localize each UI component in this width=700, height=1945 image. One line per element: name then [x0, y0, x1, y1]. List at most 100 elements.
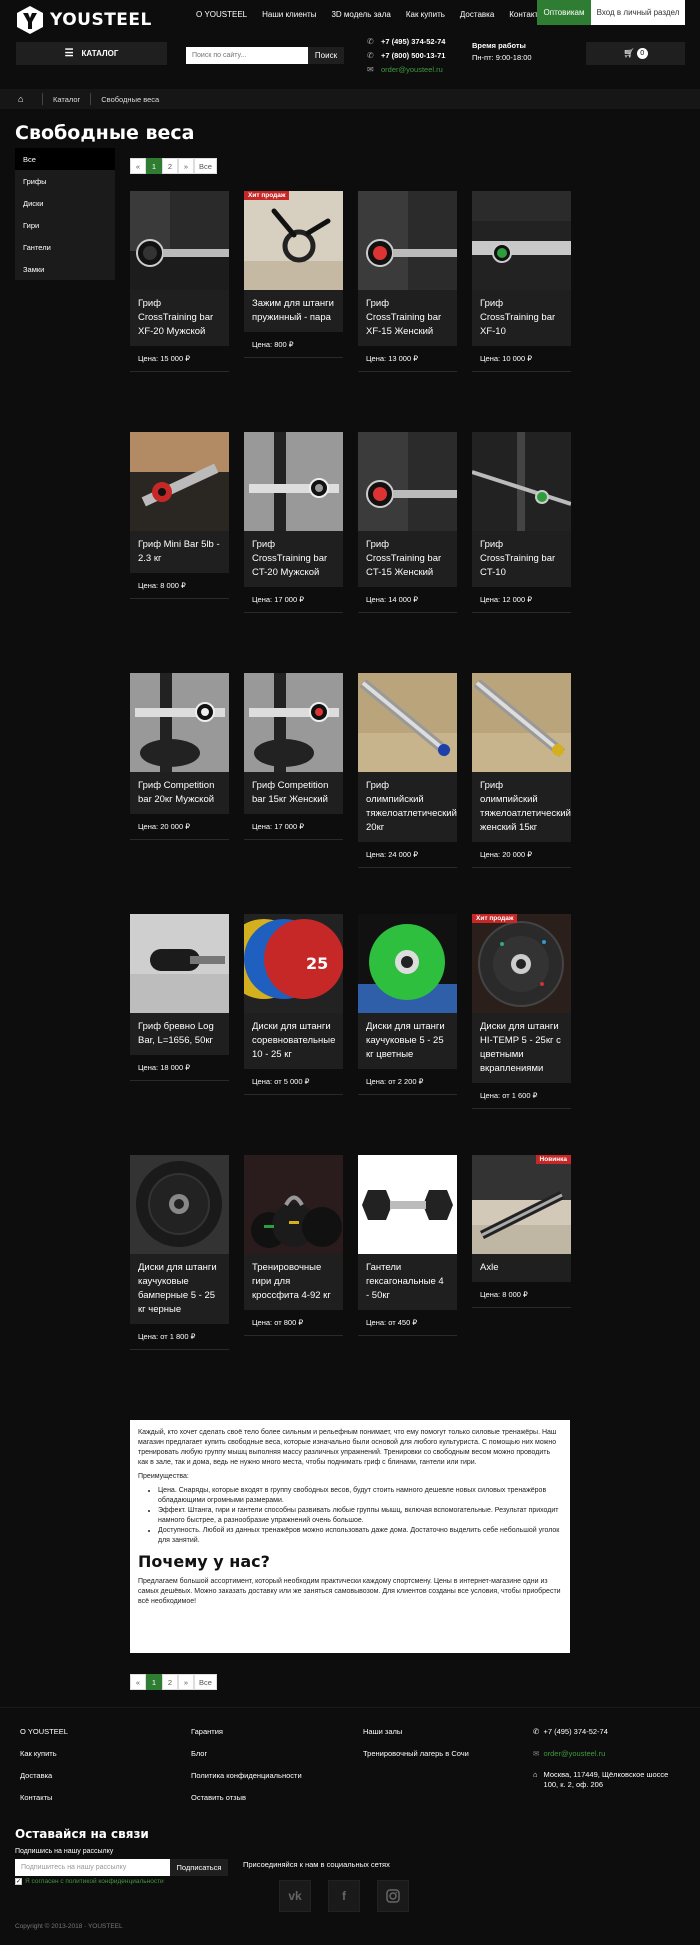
product-image[interactable] — [244, 1155, 343, 1254]
product-image[interactable]: Хит продаж — [244, 191, 343, 290]
wholesale-button[interactable]: Оптовикам — [537, 0, 591, 25]
product-card[interactable]: Гриф CrossTraining bar CT-20 Мужской Цена… — [244, 432, 343, 613]
product-image[interactable] — [130, 432, 229, 531]
product-name[interactable]: Гриф CrossTraining bar XF-10 — [472, 290, 571, 346]
product-image[interactable] — [472, 191, 571, 290]
product-image[interactable] — [130, 673, 229, 772]
page-all[interactable]: Все — [194, 158, 217, 174]
product-card[interactable]: Гриф Mini Bar 5lb - 2.3 кг Цена: 8 000 ₽ — [130, 432, 229, 599]
product-name[interactable]: Гриф олимпийский тяжелоатлетический 20кг — [358, 772, 457, 842]
product-image[interactable] — [472, 432, 571, 531]
phone-2[interactable]: +7 (800) 500-13-71 — [381, 51, 445, 60]
sidebar-item-kettlebells[interactable]: Гири — [15, 214, 115, 236]
footer-link[interactable]: Как купить — [20, 1748, 68, 1770]
product-card[interactable]: Хит продаж Диски для штанги HI-TEMP 5 - 2… — [472, 914, 571, 1109]
product-card[interactable]: Гантели гексагональные 4 - 50кг Цена: от … — [358, 1155, 457, 1336]
footer-phone[interactable]: ✆ +7 (495) 374-52-74 — [533, 1726, 683, 1748]
page-last[interactable]: » — [178, 1674, 194, 1690]
product-name[interactable]: Диски для штанги каучуковые бамперные 5 … — [130, 1254, 229, 1324]
site-logo[interactable]: YOUSTEEL — [14, 4, 152, 36]
sidebar-item-collars[interactable]: Замки — [15, 258, 115, 280]
nav-about[interactable]: О YOUSTEEL — [196, 10, 247, 19]
product-card[interactable]: Гриф CrossTraining bar XF-20 Мужской Цена… — [130, 191, 229, 372]
footer-link[interactable]: Наши залы — [363, 1726, 469, 1748]
product-image[interactable] — [472, 673, 571, 772]
nav-delivery[interactable]: Доставка — [460, 10, 494, 19]
footer-link[interactable]: Политика конфиденциальности — [191, 1770, 302, 1792]
vk-icon[interactable]: vk — [279, 1880, 311, 1912]
footer-link[interactable]: Блог — [191, 1748, 302, 1770]
product-name[interactable]: Axle — [472, 1254, 571, 1282]
product-name[interactable]: Зажим для штанги пружинный - пара — [244, 290, 343, 332]
product-card[interactable]: Гриф бревно Log Bar, L=1656, 50кг Цена: 1… — [130, 914, 229, 1081]
product-name[interactable]: Гриф Competition bar 20кг Мужской — [130, 772, 229, 814]
product-image[interactable] — [244, 432, 343, 531]
product-image[interactable]: 25 — [244, 914, 343, 1013]
nav-how-to-buy[interactable]: Как купить — [406, 10, 445, 19]
product-image[interactable] — [358, 673, 457, 772]
product-card[interactable]: Гриф олимпийский тяжелоатлетический 20кг… — [358, 673, 457, 868]
product-name[interactable]: Диски для штанги HI-TEMP 5 - 25кг с цвет… — [472, 1013, 571, 1083]
instagram-icon[interactable] — [377, 1880, 409, 1912]
product-image[interactable] — [358, 432, 457, 531]
sidebar-item-all[interactable]: Все — [15, 148, 115, 170]
footer-link[interactable]: Контакты — [20, 1792, 68, 1814]
product-name[interactable]: Гриф CrossTraining bar CT-15 Женский — [358, 531, 457, 587]
product-name[interactable]: Гриф олимпийский тяжелоатлетический женс… — [472, 772, 571, 842]
product-image[interactable]: Хит продаж — [472, 914, 571, 1013]
footer-link[interactable]: Гарантия — [191, 1726, 302, 1748]
login-button[interactable]: Вход в личный раздел — [591, 0, 685, 25]
page-1[interactable]: 1 — [146, 158, 162, 174]
product-name[interactable]: Гриф CrossTraining bar XF-20 Мужской — [130, 290, 229, 346]
product-card[interactable]: 25 Диски для штанги соревновательные 10 -… — [244, 914, 343, 1095]
sidebar-item-bars[interactable]: Грифы — [15, 170, 115, 192]
sidebar-item-plates[interactable]: Диски — [15, 192, 115, 214]
home-icon[interactable]: ⌂ — [18, 94, 32, 104]
product-card[interactable]: Гриф CrossTraining bar CT-15 Женский Цена… — [358, 432, 457, 613]
page-first[interactable]: « — [130, 1674, 146, 1690]
product-name[interactable]: Диски для штанги соревновательные 10 - 2… — [244, 1013, 343, 1069]
search-input[interactable] — [186, 47, 308, 64]
product-name[interactable]: Гантели гексагональные 4 - 50кг — [358, 1254, 457, 1310]
page-2[interactable]: 2 — [162, 158, 178, 174]
product-image[interactable] — [130, 1155, 229, 1254]
sidebar-item-dumbbells[interactable]: Гантели — [15, 236, 115, 258]
breadcrumb-catalog[interactable]: Каталог — [53, 95, 80, 104]
page-last[interactable]: » — [178, 158, 194, 174]
product-image[interactable] — [130, 191, 229, 290]
product-image[interactable] — [244, 673, 343, 772]
page-1[interactable]: 1 — [146, 1674, 162, 1690]
product-name[interactable]: Гриф Mini Bar 5lb - 2.3 кг — [130, 531, 229, 573]
product-card[interactable]: Гриф CrossTraining bar CT-10 Цена: 12 000… — [472, 432, 571, 613]
email-link[interactable]: order@yousteel.ru — [381, 65, 443, 74]
product-image[interactable]: Новинка — [472, 1155, 571, 1254]
page-all[interactable]: Все — [194, 1674, 217, 1690]
catalog-button[interactable]: ☰ КАТАЛОГ — [16, 42, 167, 65]
cart-button[interactable]: 🛒︎ 0 — [586, 42, 685, 65]
product-card[interactable]: Диски для штанги каучуковые 5 - 25 кг цв… — [358, 914, 457, 1095]
product-card[interactable]: Гриф CrossTraining bar XF-15 Женский Цена… — [358, 191, 457, 372]
subscribe-button[interactable]: Подписаться — [170, 1859, 228, 1876]
product-card[interactable]: Новинка Axle Цена: 8 000 ₽ — [472, 1155, 571, 1308]
product-image[interactable] — [358, 1155, 457, 1254]
facebook-icon[interactable]: f — [328, 1880, 360, 1912]
product-name[interactable]: Гриф CrossTraining bar CT-20 Мужской — [244, 531, 343, 587]
phone-1[interactable]: +7 (495) 374-52-74 — [381, 37, 445, 46]
privacy-consent[interactable]: ✓ Я согласен с политикой конфиденциально… — [15, 1878, 164, 1885]
product-image[interactable] — [358, 914, 457, 1013]
product-name[interactable]: Диски для штанги каучуковые 5 - 25 кг цв… — [358, 1013, 457, 1069]
product-name[interactable]: Гриф CrossTraining bar CT-10 — [472, 531, 571, 587]
footer-link[interactable]: Тренировочный лагерь в Сочи — [363, 1748, 469, 1770]
nav-3d-model[interactable]: 3D модель зала — [331, 10, 390, 19]
product-card[interactable]: Гриф CrossTraining bar XF-10 Цена: 10 000… — [472, 191, 571, 372]
product-card[interactable]: Тренировочные гири для кроссфита 4-92 кг… — [244, 1155, 343, 1336]
subscribe-email-input[interactable]: Подпишитесь на нашу рассылку — [15, 1859, 170, 1876]
product-name[interactable]: Гриф бревно Log Bar, L=1656, 50кг — [130, 1013, 229, 1055]
product-image[interactable] — [130, 914, 229, 1013]
footer-link[interactable]: Доставка — [20, 1770, 68, 1792]
product-card[interactable]: Диски для штанги каучуковые бамперные 5 … — [130, 1155, 229, 1350]
footer-email[interactable]: ✉ order@yousteel.ru — [533, 1748, 683, 1770]
page-first[interactable]: « — [130, 158, 146, 174]
footer-link[interactable]: О YOUSTEEL — [20, 1726, 68, 1748]
checkbox-icon[interactable]: ✓ — [15, 1878, 22, 1885]
